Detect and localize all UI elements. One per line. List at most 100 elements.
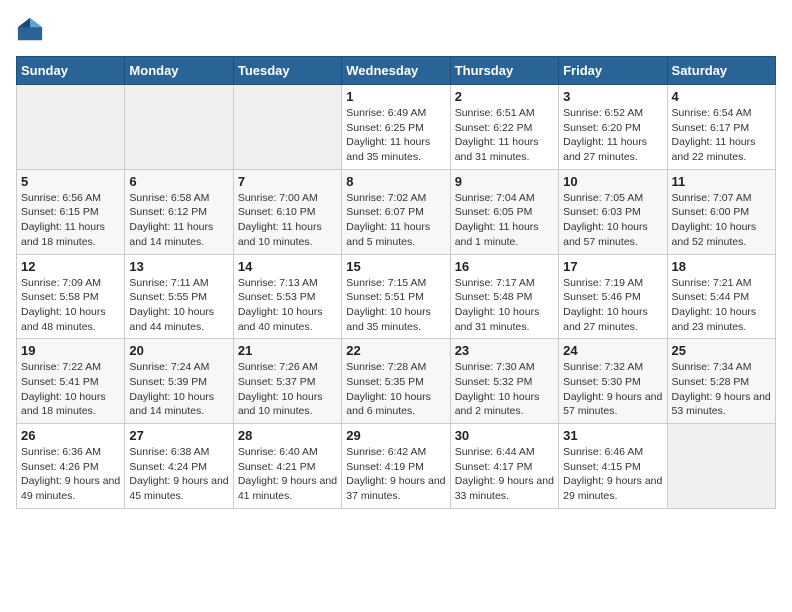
calendar-week-row: 1 Sunrise: 6:49 AM Sunset: 6:25 PM Daylig… (17, 85, 776, 170)
calendar-cell: 23 Sunrise: 7:30 AM Sunset: 5:32 PM Dayli… (450, 339, 558, 424)
day-number: 18 (672, 259, 771, 274)
calendar-cell (233, 85, 341, 170)
calendar-header-tuesday: Tuesday (233, 57, 341, 85)
day-info: Sunrise: 6:42 AM Sunset: 4:19 PM Dayligh… (346, 445, 445, 504)
day-info: Sunrise: 6:54 AM Sunset: 6:17 PM Dayligh… (672, 106, 771, 165)
day-info: Sunrise: 6:58 AM Sunset: 6:12 PM Dayligh… (129, 191, 228, 250)
calendar-cell: 2Sunrise: 6:51 AM Sunset: 6:22 PM Daylig… (450, 85, 558, 170)
calendar-cell: 8 Sunrise: 7:02 AM Sunset: 6:07 PM Daylig… (342, 169, 450, 254)
day-info: Sunrise: 6:36 AM Sunset: 4:26 PM Dayligh… (21, 445, 120, 504)
day-info: Sunrise: 7:00 AM Sunset: 6:10 PM Dayligh… (238, 191, 337, 250)
calendar-cell: 29 Sunrise: 6:42 AM Sunset: 4:19 PM Dayli… (342, 424, 450, 509)
calendar-week-row: 26 Sunrise: 6:36 AM Sunset: 4:26 PM Dayli… (17, 424, 776, 509)
day-number: 17 (563, 259, 662, 274)
day-info: Sunrise: 7:02 AM Sunset: 6:07 PM Dayligh… (346, 191, 445, 250)
calendar-cell: 5 Sunrise: 6:56 AM Sunset: 6:15 PM Daylig… (17, 169, 125, 254)
calendar-cell: 21 Sunrise: 7:26 AM Sunset: 5:37 PM Dayli… (233, 339, 341, 424)
day-info: Sunrise: 7:04 AM Sunset: 6:05 PM Dayligh… (455, 191, 554, 250)
day-number: 21 (238, 343, 337, 358)
calendar-cell (17, 85, 125, 170)
calendar-week-row: 12Sunrise: 7:09 AM Sunset: 5:58 PM Dayli… (17, 254, 776, 339)
day-number: 11 (672, 174, 771, 189)
day-number: 13 (129, 259, 228, 274)
day-info: Sunrise: 7:24 AM Sunset: 5:39 PM Dayligh… (129, 360, 228, 419)
page-header (16, 16, 776, 44)
day-number: 30 (455, 428, 554, 443)
day-number: 12 (21, 259, 120, 274)
day-number: 5 (21, 174, 120, 189)
day-info: Sunrise: 6:56 AM Sunset: 6:15 PM Dayligh… (21, 191, 120, 250)
calendar-cell: 3 Sunrise: 6:52 AM Sunset: 6:20 PM Daylig… (559, 85, 667, 170)
calendar-cell: 7 Sunrise: 7:00 AM Sunset: 6:10 PM Daylig… (233, 169, 341, 254)
calendar-cell: 28 Sunrise: 6:40 AM Sunset: 4:21 PM Dayli… (233, 424, 341, 509)
day-info: Sunrise: 6:40 AM Sunset: 4:21 PM Dayligh… (238, 445, 337, 504)
day-info: Sunrise: 7:17 AM Sunset: 5:48 PM Dayligh… (455, 276, 554, 335)
day-number: 23 (455, 343, 554, 358)
day-number: 8 (346, 174, 445, 189)
day-info: Sunrise: 7:26 AM Sunset: 5:37 PM Dayligh… (238, 360, 337, 419)
day-number: 14 (238, 259, 337, 274)
calendar-cell: 12Sunrise: 7:09 AM Sunset: 5:58 PM Dayli… (17, 254, 125, 339)
day-number: 29 (346, 428, 445, 443)
day-info: Sunrise: 7:30 AM Sunset: 5:32 PM Dayligh… (455, 360, 554, 419)
day-number: 1 (346, 89, 445, 104)
calendar-header-saturday: Saturday (667, 57, 775, 85)
calendar-cell: 31Sunrise: 6:46 AM Sunset: 4:15 PM Dayli… (559, 424, 667, 509)
calendar-cell: 10 Sunrise: 7:05 AM Sunset: 6:03 PM Dayli… (559, 169, 667, 254)
day-info: Sunrise: 7:05 AM Sunset: 6:03 PM Dayligh… (563, 191, 662, 250)
day-number: 9 (455, 174, 554, 189)
calendar-week-row: 5 Sunrise: 6:56 AM Sunset: 6:15 PM Daylig… (17, 169, 776, 254)
day-info: Sunrise: 6:38 AM Sunset: 4:24 PM Dayligh… (129, 445, 228, 504)
day-info: Sunrise: 7:22 AM Sunset: 5:41 PM Dayligh… (21, 360, 120, 419)
day-number: 25 (672, 343, 771, 358)
calendar-cell: 22Sunrise: 7:28 AM Sunset: 5:35 PM Dayli… (342, 339, 450, 424)
day-info: Sunrise: 7:32 AM Sunset: 5:30 PM Dayligh… (563, 360, 662, 419)
calendar-body: 1 Sunrise: 6:49 AM Sunset: 6:25 PM Daylig… (17, 85, 776, 509)
calendar-cell: 1 Sunrise: 6:49 AM Sunset: 6:25 PM Daylig… (342, 85, 450, 170)
day-info: Sunrise: 7:19 AM Sunset: 5:46 PM Dayligh… (563, 276, 662, 335)
calendar-cell: 19 Sunrise: 7:22 AM Sunset: 5:41 PM Dayli… (17, 339, 125, 424)
calendar-header-thursday: Thursday (450, 57, 558, 85)
calendar-cell: 14Sunrise: 7:13 AM Sunset: 5:53 PM Dayli… (233, 254, 341, 339)
day-number: 3 (563, 89, 662, 104)
calendar-cell: 25 Sunrise: 7:34 AM Sunset: 5:28 PM Dayli… (667, 339, 775, 424)
calendar-cell: 16 Sunrise: 7:17 AM Sunset: 5:48 PM Dayli… (450, 254, 558, 339)
calendar-cell: 27Sunrise: 6:38 AM Sunset: 4:24 PM Dayli… (125, 424, 233, 509)
day-number: 4 (672, 89, 771, 104)
day-info: Sunrise: 7:34 AM Sunset: 5:28 PM Dayligh… (672, 360, 771, 419)
calendar-cell: 9 Sunrise: 7:04 AM Sunset: 6:05 PM Daylig… (450, 169, 558, 254)
day-number: 2 (455, 89, 554, 104)
calendar-cell (125, 85, 233, 170)
calendar-cell: 20 Sunrise: 7:24 AM Sunset: 5:39 PM Dayli… (125, 339, 233, 424)
day-number: 10 (563, 174, 662, 189)
day-info: Sunrise: 7:15 AM Sunset: 5:51 PM Dayligh… (346, 276, 445, 335)
day-number: 19 (21, 343, 120, 358)
calendar-cell: 30 Sunrise: 6:44 AM Sunset: 4:17 PM Dayli… (450, 424, 558, 509)
calendar-header-wednesday: Wednesday (342, 57, 450, 85)
day-info: Sunrise: 6:52 AM Sunset: 6:20 PM Dayligh… (563, 106, 662, 165)
day-number: 20 (129, 343, 228, 358)
logo-icon (16, 16, 44, 44)
day-info: Sunrise: 6:49 AM Sunset: 6:25 PM Dayligh… (346, 106, 445, 165)
day-number: 16 (455, 259, 554, 274)
calendar-cell: 24 Sunrise: 7:32 AM Sunset: 5:30 PM Dayli… (559, 339, 667, 424)
calendar-header-friday: Friday (559, 57, 667, 85)
calendar-cell: 26 Sunrise: 6:36 AM Sunset: 4:26 PM Dayli… (17, 424, 125, 509)
calendar-cell: 18 Sunrise: 7:21 AM Sunset: 5:44 PM Dayli… (667, 254, 775, 339)
day-number: 15 (346, 259, 445, 274)
calendar-cell: 13Sunrise: 7:11 AM Sunset: 5:55 PM Dayli… (125, 254, 233, 339)
day-number: 6 (129, 174, 228, 189)
day-number: 24 (563, 343, 662, 358)
day-number: 28 (238, 428, 337, 443)
day-info: Sunrise: 6:46 AM Sunset: 4:15 PM Dayligh… (563, 445, 662, 504)
day-number: 22 (346, 343, 445, 358)
day-number: 7 (238, 174, 337, 189)
day-info: Sunrise: 6:44 AM Sunset: 4:17 PM Dayligh… (455, 445, 554, 504)
day-info: Sunrise: 7:21 AM Sunset: 5:44 PM Dayligh… (672, 276, 771, 335)
calendar-cell: 4 Sunrise: 6:54 AM Sunset: 6:17 PM Daylig… (667, 85, 775, 170)
calendar-cell: 6 Sunrise: 6:58 AM Sunset: 6:12 PM Daylig… (125, 169, 233, 254)
calendar-header-row: SundayMondayTuesdayWednesdayThursdayFrid… (17, 57, 776, 85)
day-number: 26 (21, 428, 120, 443)
calendar-header-sunday: Sunday (17, 57, 125, 85)
calendar-week-row: 19 Sunrise: 7:22 AM Sunset: 5:41 PM Dayli… (17, 339, 776, 424)
